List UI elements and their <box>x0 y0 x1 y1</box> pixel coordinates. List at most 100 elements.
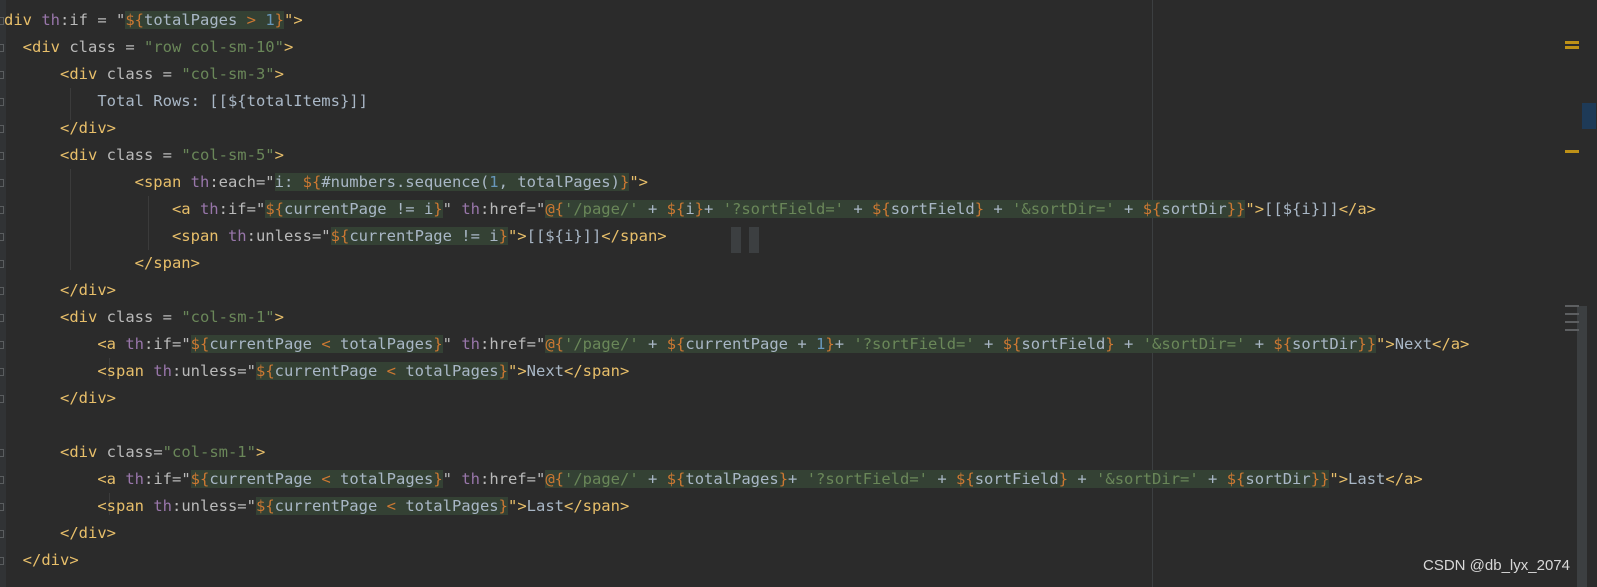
code-line[interactable]: Total Rows: [[${totalItems}]] <box>4 88 368 115</box>
code-token: < <box>386 362 406 380</box>
code-token: > <box>283 38 294 56</box>
code-token: Next <box>526 362 564 380</box>
code-line[interactable]: </div> <box>4 547 79 574</box>
code-token: } <box>825 335 835 353</box>
code-token: ${ <box>265 200 284 218</box>
code-line[interactable]: </div> <box>4 115 116 142</box>
caret-highlight <box>749 227 759 253</box>
code-token: 1 <box>265 11 275 29</box>
code-token: "> <box>507 497 527 515</box>
code-token: currentPage <box>209 335 322 353</box>
code-token: </a> <box>1432 335 1470 353</box>
code-line[interactable]: <div class = "col-sm-3"> <box>4 61 284 88</box>
code-line[interactable]: <div class = "col-sm-5"> <box>4 142 284 169</box>
code-token: '/page/' <box>563 200 648 218</box>
scroll-marker[interactable] <box>1565 329 1579 331</box>
code-token: th <box>190 173 210 191</box>
code-token: 1 <box>489 173 499 191</box>
code-token: :if = " <box>60 11 126 29</box>
scroll-marker[interactable] <box>1565 321 1579 323</box>
code-line[interactable]: <div class = "row col-sm-10"> <box>4 34 294 61</box>
code-token: "col-sm-5" <box>181 146 275 164</box>
code-token: currentPage <box>274 362 387 380</box>
code-line[interactable]: <a th:if="${currentPage != i}" th:href="… <box>4 196 1376 223</box>
code-token: </div> <box>4 281 116 299</box>
code-token: ${ <box>302 173 322 191</box>
code-token: < <box>321 470 340 488</box>
code-line[interactable]: <span th:unless="${currentPage < totalPa… <box>4 358 629 385</box>
watermark: CSDN @db_lyx_2074 <box>1423 557 1570 574</box>
code-token: "> <box>507 362 527 380</box>
code-token: } <box>274 11 285 29</box>
code-token: > <box>246 11 266 29</box>
scrollbar-track[interactable] <box>1577 306 1587 587</box>
code-token: totalPages <box>685 470 779 488</box>
code-token: ${ <box>872 200 891 218</box>
code-token: ${ <box>1273 335 1293 353</box>
scroll-marker[interactable] <box>1565 313 1579 315</box>
code-token: currentPage <box>209 470 322 488</box>
code-token: sortField <box>1021 335 1106 353</box>
code-line[interactable]: </span> <box>4 250 200 277</box>
code-line[interactable]: <a th:if="${currentPage < totalPages}" t… <box>4 466 1423 493</box>
code-token: @{ <box>545 200 564 218</box>
code-token: " <box>442 335 462 353</box>
code-token: class = <box>69 38 144 56</box>
code-token: th <box>461 470 481 488</box>
warning-marker[interactable] <box>1565 46 1579 49</box>
code-token: ${ <box>666 470 686 488</box>
code-token: Next <box>1394 335 1433 353</box>
code-token: </span> <box>563 497 630 515</box>
code-token: + <box>647 200 667 218</box>
code-token: totalPages <box>144 11 247 29</box>
warning-marker[interactable] <box>1565 150 1579 153</box>
code-line[interactable]: </div> <box>4 277 116 304</box>
code-token: + <box>993 200 1013 218</box>
code-token: + <box>788 470 807 488</box>
code-token: </span> <box>4 254 200 272</box>
code-line[interactable]: <span th:unless="${currentPage < totalPa… <box>4 493 629 520</box>
code-editor[interactable]: div th:if = "${totalPages > 1}"> <div cl… <box>0 0 1597 587</box>
caret-highlight <box>731 227 741 253</box>
code-token: < <box>386 497 406 515</box>
code-token: Last <box>526 497 564 515</box>
code-token: class = <box>106 308 182 326</box>
code-token: :href=" <box>480 470 546 488</box>
code-token: "> <box>284 11 303 29</box>
code-token: :if=" <box>144 470 191 488</box>
code-line[interactable]: <span th:each="i: ${#numbers.sequence(1,… <box>4 169 648 196</box>
code-line[interactable]: </div> <box>4 520 116 547</box>
code-token: <div <box>4 443 107 461</box>
code-token: "> <box>1329 470 1349 488</box>
code-line[interactable]: <div class="col-sm-1"> <box>4 439 265 466</box>
code-token: } <box>433 335 443 353</box>
code-token: th <box>199 200 219 218</box>
scroll-marker[interactable] <box>1565 305 1579 307</box>
code-token: "> <box>507 227 527 245</box>
code-token: class = <box>106 65 182 83</box>
code-token: } <box>498 362 508 380</box>
code-token: + <box>1124 200 1143 218</box>
code-token: + <box>704 200 723 218</box>
code-token: #numbers.sequence( <box>321 173 490 191</box>
code-line[interactable]: </div> <box>4 385 116 412</box>
code-token: @{ <box>545 335 565 353</box>
code-token: </span> <box>601 227 667 245</box>
code-token: > <box>274 308 284 326</box>
code-token: } <box>974 200 994 218</box>
code-token: Total Rows: [[${totalItems}]] <box>4 92 368 110</box>
code-token: '&sortDir=' <box>1012 200 1125 218</box>
code-token: th <box>153 497 172 515</box>
code-token: sortField <box>974 470 1059 488</box>
code-line[interactable]: <a th:if="${currentPage < totalPages}" t… <box>4 331 1469 358</box>
code-line[interactable]: div th:if = "${totalPages > 1}"> <box>4 7 303 34</box>
code-token: totalPages <box>405 362 499 380</box>
code-token: </div> <box>4 119 116 137</box>
code-token: } <box>498 227 508 245</box>
code-token: ${ <box>1226 470 1246 488</box>
code-token: '&sortDir=' <box>1096 470 1209 488</box>
code-line[interactable]: <span th:unless="${currentPage != i}">[[… <box>4 223 667 250</box>
scrollbar-thumb[interactable] <box>1582 103 1596 129</box>
warning-marker[interactable] <box>1565 41 1579 44</box>
code-line[interactable]: <div class = "col-sm-1"> <box>4 304 284 331</box>
